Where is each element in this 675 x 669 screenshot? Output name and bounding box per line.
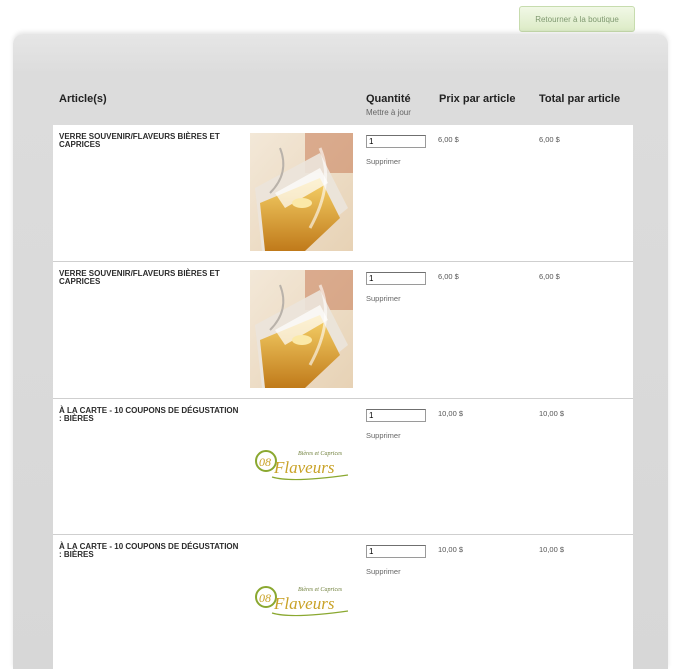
unit-price: 6,00 $ (438, 272, 459, 281)
remove-link[interactable]: Supprimer (366, 567, 401, 576)
item-name: VERRE SOUVENIR/FLAVEURS BIÈRES ET CAPRIC… (59, 269, 220, 286)
header-unit-price: Prix par article (439, 93, 516, 105)
cart-row: VERRE SOUVENIR/FLAVEURS BIÈRES ET CAPRIC… (53, 262, 633, 399)
unit-price: 10,00 $ (438, 545, 464, 554)
header-article: Article(s) (59, 93, 107, 105)
quantity-input[interactable] (366, 545, 426, 558)
logo-wordmark: Flaveurs (273, 458, 335, 477)
cart-row: À LA CARTE - 10 COUPONS DE DÉGUSTATION :… (53, 535, 633, 669)
logo-wordmark: Flaveurs (273, 594, 335, 613)
quantity-input[interactable] (366, 409, 426, 422)
header-quantity: Quantité (366, 93, 411, 105)
beer-glass-photo (250, 133, 353, 251)
logo-tagline: Bières et Caprices (298, 587, 343, 593)
line-total: 6,00 $ (539, 135, 560, 144)
remove-link[interactable]: Supprimer (366, 157, 401, 166)
item-name: VERRE SOUVENIR/FLAVEURS BIÈRES ET CAPRIC… (59, 132, 220, 149)
beer-glass-photo (250, 270, 353, 388)
cart-row: VERRE SOUVENIR/FLAVEURS BIÈRES ET CAPRIC… (53, 125, 633, 262)
item-name: À LA CARTE - 10 COUPONS DE DÉGUSTATION :… (59, 406, 239, 423)
cart-table: VERRE SOUVENIR/FLAVEURS BIÈRES ET CAPRIC… (53, 125, 633, 669)
logo-tagline: Bières et Caprices (298, 451, 343, 457)
remove-link[interactable]: Supprimer (366, 294, 401, 303)
header-line-total: Total par article (539, 93, 621, 105)
logo-number: 08 (259, 591, 271, 605)
flaveurs-logo: 08 Bières et Caprices Flaveurs (252, 575, 352, 623)
quantity-input[interactable] (366, 272, 426, 285)
line-total: 6,00 $ (539, 272, 560, 281)
item-name: À LA CARTE - 10 COUPONS DE DÉGUSTATION :… (59, 542, 239, 559)
line-total: 10,00 $ (539, 409, 565, 418)
flaveurs-logo: 08 Bières et Caprices Flaveurs (252, 439, 352, 487)
return-to-shop-button[interactable]: Retourner à la boutique (519, 6, 635, 32)
cart-row: À LA CARTE - 10 COUPONS DE DÉGUSTATION :… (53, 399, 633, 535)
logo-number: 08 (259, 455, 271, 469)
remove-link[interactable]: Supprimer (366, 431, 401, 440)
unit-price: 6,00 $ (438, 135, 459, 144)
unit-price: 10,00 $ (438, 409, 464, 418)
line-total: 10,00 $ (539, 545, 565, 554)
quantity-input[interactable] (366, 135, 426, 148)
update-link[interactable]: Mettre à jour (366, 108, 411, 117)
